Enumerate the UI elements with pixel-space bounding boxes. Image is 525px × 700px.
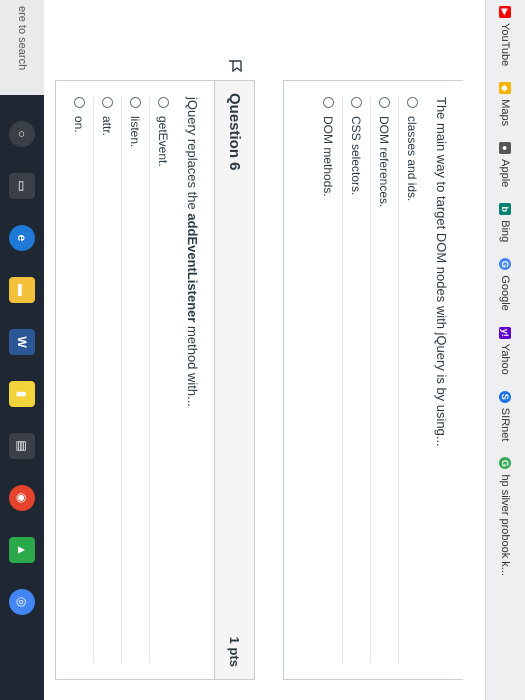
photos-icon[interactable]: ▲ (9, 537, 35, 563)
quiz-page: The main way to target DOM nodes with jQ… (44, 0, 485, 700)
bookmark-bing[interactable]: b Bing (499, 203, 512, 243)
yahoo-icon: y! (499, 326, 512, 339)
youtube-icon: ▶ (499, 6, 512, 18)
media-icon[interactable]: ◉ (9, 485, 35, 511)
bookmark-label: Bing (499, 220, 512, 243)
maps-icon: ◆ (499, 82, 512, 95)
bookmark-label: Apple (499, 159, 512, 188)
answer-list: getEvent. listen. attr. on. (66, 81, 177, 679)
bookmark-label: SIRnet (499, 407, 512, 442)
file-explorer-icon[interactable]: ▬ (9, 277, 35, 303)
question-card: Question 6 1 pts jQuery replaces the add… (55, 60, 255, 680)
answer-option[interactable]: listen. (121, 97, 149, 663)
bookmark-apple[interactable]: ● Apple (499, 142, 512, 188)
question-text-before: jQuery replaces the (185, 97, 200, 214)
radio-button[interactable] (130, 97, 141, 108)
chrome-icon[interactable]: ◎ (9, 589, 35, 615)
question-text-bold: addEventListener (185, 213, 200, 323)
screen: ▶ YouTube ◆ Maps ● Apple b Bing G Google… (0, 0, 525, 700)
answer-option[interactable]: DOM methods. (315, 97, 342, 663)
answer-label: getEvent. (156, 116, 171, 167)
answer-label: CSS selectors. (349, 116, 364, 196)
bookmark-sirnet[interactable]: S SIRnet (499, 390, 512, 442)
taskbar: ere to search ○ ▭ e ▬ W ▮ ▤ ◉ ▲ ◎ (0, 0, 44, 700)
google-icon: G (499, 258, 512, 271)
bookmark-yahoo[interactable]: y! Yahoo (499, 326, 512, 375)
question-card: The main way to target DOM nodes with jQ… (283, 80, 463, 680)
bookmark-label: Google (499, 275, 512, 311)
google-search-icon: G (499, 457, 512, 470)
answer-option[interactable]: attr. (93, 97, 121, 663)
bookmark-hp-search[interactable]: G hp silver probook k... (499, 457, 512, 576)
radio-button[interactable] (102, 97, 113, 108)
cortana-icon[interactable]: ○ (9, 121, 35, 147)
answer-label: DOM references. (377, 116, 392, 208)
answer-label: DOM methods. (321, 116, 336, 197)
answer-option[interactable]: DOM references. (370, 97, 398, 663)
bookmark-maps[interactable]: ◆ Maps (499, 82, 512, 127)
edge-icon[interactable]: e (9, 225, 35, 251)
question-text: The main way to target DOM nodes with jQ… (434, 97, 449, 447)
bing-icon: b (499, 203, 512, 216)
radio-button[interactable] (74, 97, 85, 108)
bookmark-label: Maps (499, 99, 512, 127)
bookmark-label: Yahoo (499, 343, 512, 375)
answer-option[interactable]: CSS selectors. (342, 97, 370, 663)
question-text: jQuery replaces the addEventListener met… (177, 81, 214, 679)
answer-label: listen. (128, 116, 143, 148)
question-text-after: method with... (185, 322, 200, 407)
radio-button[interactable] (158, 97, 169, 108)
answer-option[interactable]: on. (66, 97, 93, 663)
task-view-icon[interactable]: ▭ (9, 173, 35, 199)
question-points: 1 pts (227, 636, 242, 667)
answer-option[interactable]: classes and ids. (398, 97, 426, 663)
answer-label: classes and ids. (405, 116, 420, 202)
bookmark-label: YouTube (499, 23, 512, 67)
radio-button[interactable] (379, 97, 390, 108)
bookmark-google[interactable]: G Google (499, 258, 512, 311)
sticky-notes-icon[interactable]: ▮ (9, 381, 35, 407)
apple-icon: ● (499, 142, 512, 155)
question-title: Question 6 (226, 93, 243, 171)
answer-list: classes and ids. DOM references. CSS sel… (315, 81, 426, 679)
store-icon[interactable]: ▤ (9, 433, 35, 459)
answer-label: on. (72, 116, 87, 133)
taskbar-search-input[interactable]: ere to search (0, 0, 44, 95)
flag-icon[interactable] (228, 59, 242, 73)
radio-button[interactable] (407, 97, 418, 108)
sirnet-icon: S (499, 390, 512, 403)
word-icon[interactable]: W (9, 329, 35, 355)
bookmark-label: hp silver probook k... (499, 474, 512, 576)
bookmark-youtube[interactable]: ▶ YouTube (499, 6, 512, 67)
answer-label: attr. (100, 116, 115, 137)
radio-button[interactable] (351, 97, 362, 108)
radio-button[interactable] (323, 97, 334, 108)
answer-option[interactable]: getEvent. (149, 97, 177, 663)
question-header: Question 6 1 pts (214, 60, 254, 679)
search-placeholder: ere to search (16, 6, 28, 71)
bookmarks-bar: ▶ YouTube ◆ Maps ● Apple b Bing G Google… (485, 0, 525, 700)
